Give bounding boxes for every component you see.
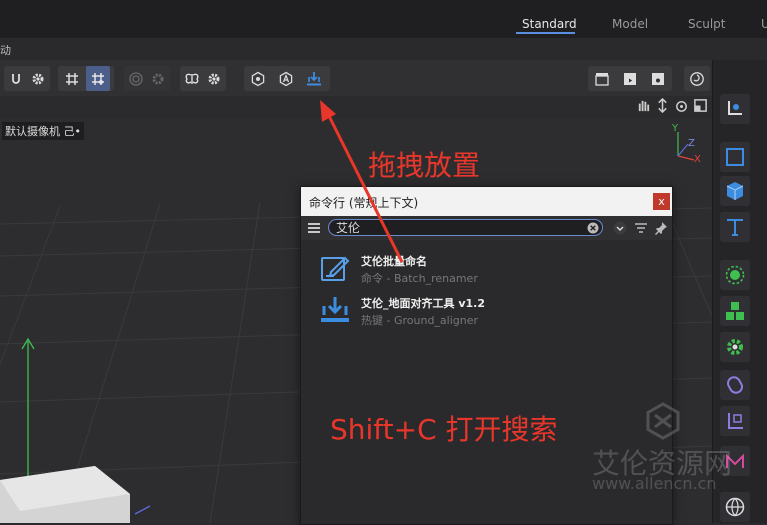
drag-annotation: 拖拽放置 <box>368 149 481 182</box>
watermark-logo-icon <box>646 402 680 440</box>
shortcut-annotation: Shift+C 打开搜索 <box>330 413 558 446</box>
watermark-url: www.allencn.cn <box>592 474 717 493</box>
